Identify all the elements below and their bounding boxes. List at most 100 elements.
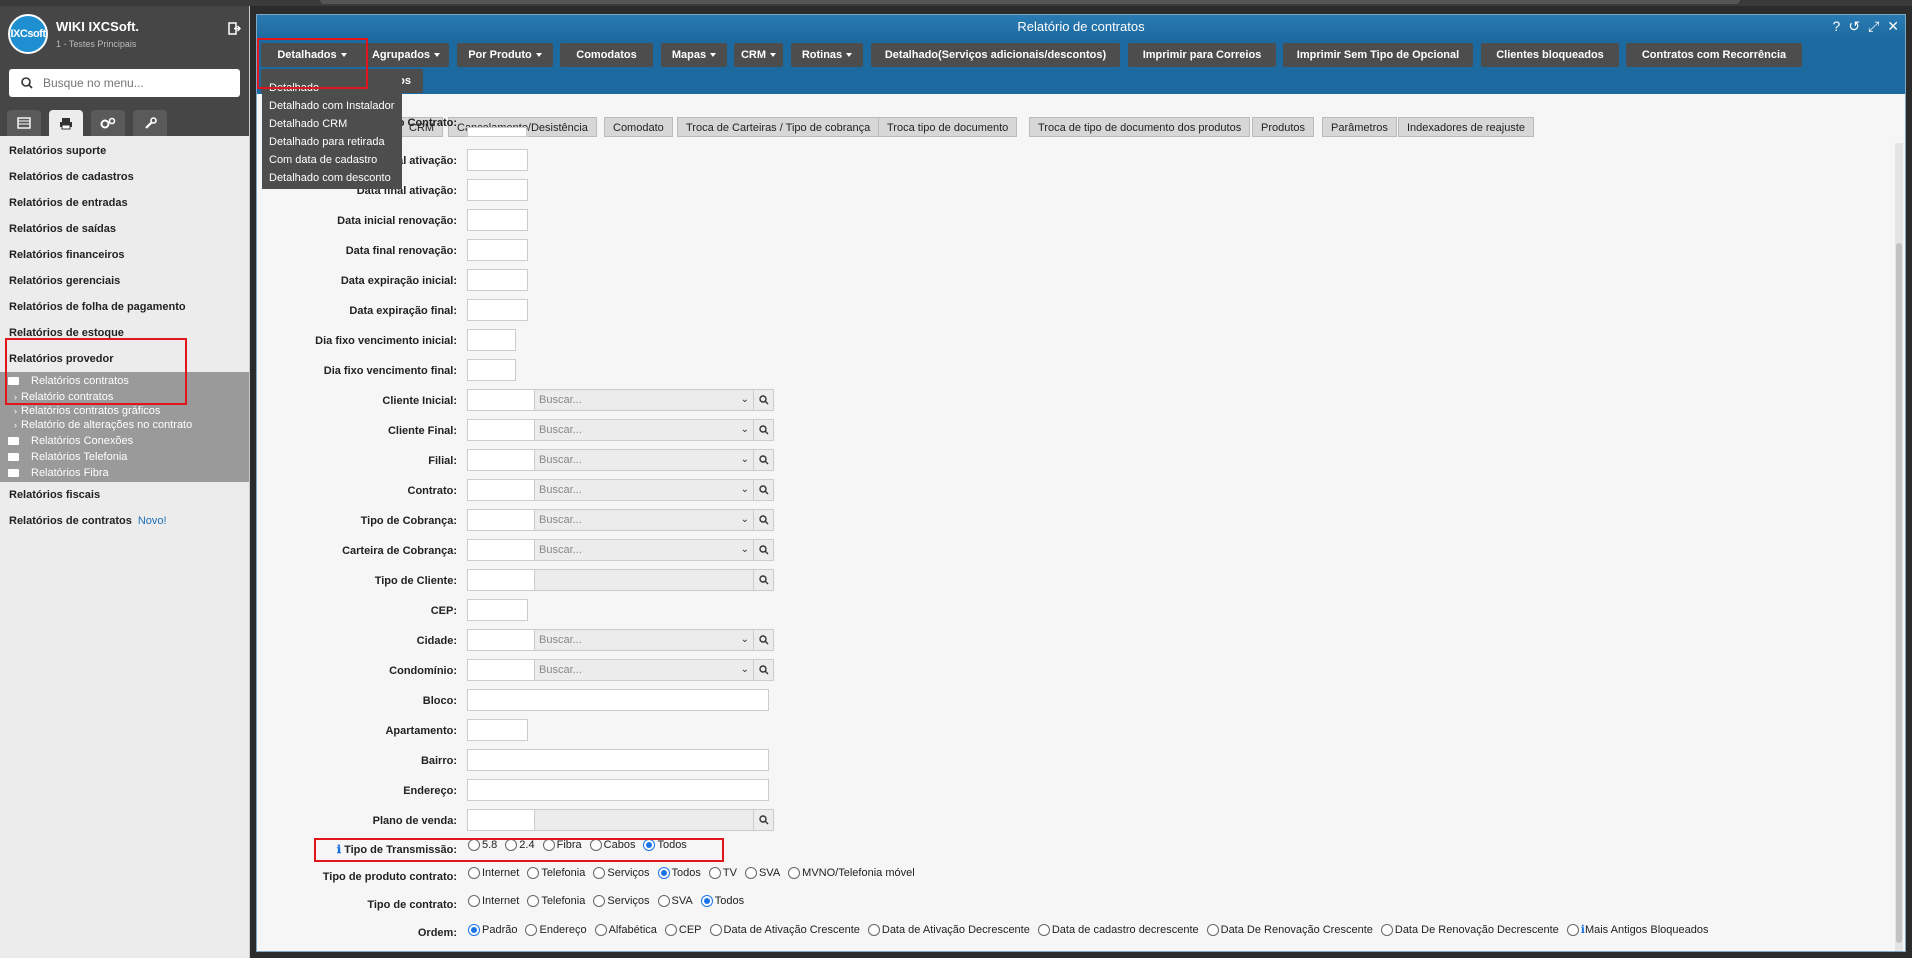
combo-cliente-final[interactable]: Buscar... ⌄: [467, 419, 774, 441]
input-renovacao-inicial[interactable]: [467, 209, 528, 231]
search-select[interactable]: Buscar... ⌄: [534, 509, 754, 531]
radio-mais-antigos-bloqueados[interactable]: ℹ Mais Antigos Bloqueados: [1566, 923, 1708, 936]
tab-wrench-icon[interactable]: [133, 110, 167, 136]
search-icon[interactable]: [754, 419, 774, 441]
search-icon[interactable]: [754, 509, 774, 531]
menu-fiscais[interactable]: Relatórios fiscais: [0, 482, 249, 508]
menu-relatorios-contratos[interactable]: Relatórios de contratos Novo!: [0, 508, 249, 534]
search-input[interactable]: [43, 76, 223, 90]
radio-todos[interactable]: Todos: [700, 895, 744, 907]
combo-plano-venda[interactable]: [467, 809, 774, 831]
code-input[interactable]: [467, 419, 534, 441]
code-input[interactable]: [467, 449, 534, 471]
por-produto-button[interactable]: Por Produto: [457, 43, 553, 67]
link-contratos-graficos[interactable]: › Relatórios contratos gráficos: [0, 405, 249, 417]
menu-financeiros[interactable]: Relatórios financeiros: [0, 242, 249, 268]
imprimir-sem-tipo-button[interactable]: Imprimir Sem Tipo de Opcional: [1283, 43, 1473, 67]
radio-sva[interactable]: SVA: [657, 895, 693, 907]
help-icon[interactable]: ?: [1833, 15, 1841, 38]
radio-tv[interactable]: TV: [708, 867, 737, 879]
search-select[interactable]: Buscar... ⌄: [534, 419, 754, 441]
code-input[interactable]: [467, 659, 534, 681]
tab-print-icon[interactable]: [49, 110, 83, 136]
search-icon[interactable]: [754, 659, 774, 681]
code-input[interactable]: [467, 539, 534, 561]
radio-todos[interactable]: Todos: [657, 867, 701, 879]
radio-internet[interactable]: Internet: [468, 895, 519, 907]
radio-sva[interactable]: SVA: [744, 867, 780, 879]
search-select[interactable]: Buscar... ⌄: [534, 479, 754, 501]
radio-alfabetica[interactable]: Alfabética: [594, 923, 657, 936]
input-bairro[interactable]: [467, 749, 769, 771]
input-expiracao-final[interactable]: [467, 299, 528, 321]
input-expiracao-inicial[interactable]: [467, 269, 528, 291]
search-icon[interactable]: [754, 479, 774, 501]
menu-item-detalhado-retirada[interactable]: Detalhado para retirada: [262, 133, 402, 151]
radio-cadastro-decrescente[interactable]: Data de cadastro decrescente: [1037, 923, 1199, 936]
input-ativacao-inicial[interactable]: [467, 149, 528, 171]
input-renovacao-final[interactable]: [467, 239, 528, 261]
search-select[interactable]: Buscar... ⌄: [534, 389, 754, 411]
code-input[interactable]: [467, 629, 534, 651]
tab-produtos[interactable]: Produtos: [1252, 117, 1315, 137]
search-select[interactable]: [534, 569, 754, 591]
menu-suporte[interactable]: Relatórios suporte: [0, 138, 249, 164]
code-input[interactable]: [467, 389, 534, 411]
radio-endereco[interactable]: Endereço: [525, 923, 587, 936]
combo-condominio[interactable]: Buscar... ⌄: [467, 659, 774, 681]
input-cep[interactable]: [467, 599, 528, 621]
search-icon[interactable]: [754, 389, 774, 411]
comodatos-button[interactable]: Comodatos: [560, 43, 653, 67]
input-dia-fixo-final[interactable]: [467, 359, 516, 381]
code-input[interactable]: [467, 569, 534, 591]
combo-contrato[interactable]: Buscar... ⌄: [467, 479, 774, 501]
radio-mvno[interactable]: MVNO/Telefonia móvel: [788, 867, 915, 879]
vertical-scrollbar[interactable]: [1895, 143, 1903, 951]
menu-folha-pagamento[interactable]: Relatórios de folha de pagamento: [0, 294, 249, 320]
menu-saidas[interactable]: Relatórios de saídas: [0, 216, 249, 242]
clientes-bloqueados-button[interactable]: Clientes bloqueados: [1481, 43, 1619, 67]
tab-indexadores[interactable]: Indexadores de reajuste: [1398, 117, 1535, 137]
search-select[interactable]: Buscar... ⌄: [534, 449, 754, 471]
input-apartamento[interactable]: [467, 719, 528, 741]
combo-tipo-cliente[interactable]: [467, 569, 774, 591]
menu-item-detalhado-instalador[interactable]: Detalhado com Instalador: [262, 97, 402, 115]
input-bloco[interactable]: [467, 689, 769, 711]
radio-padrao[interactable]: Padrão: [468, 923, 517, 936]
search-select[interactable]: Buscar... ⌄: [534, 659, 754, 681]
tab-troca-carteiras[interactable]: Troca de Carteiras / Tipo de cobrança: [677, 117, 880, 137]
tab-troca-tipo-documento[interactable]: Troca tipo de documento: [878, 117, 1018, 137]
radio-renovacao-decrescente[interactable]: Data De Renovação Decrescente: [1380, 923, 1559, 936]
tab-parametros[interactable]: Parâmetros: [1322, 117, 1397, 137]
folder-telefonia[interactable]: Relatórios Telefonia: [0, 449, 249, 465]
radio-renovacao-crescente[interactable]: Data De Renovação Crescente: [1206, 923, 1373, 936]
folder-fibra[interactable]: Relatórios Fibra: [0, 465, 249, 481]
radio-telefonia[interactable]: Telefonia: [527, 895, 585, 907]
input-endereco[interactable]: [467, 779, 769, 801]
search-icon[interactable]: [754, 809, 774, 831]
code-input[interactable]: [467, 509, 534, 531]
rotinas-button[interactable]: Rotinas: [791, 43, 863, 67]
radio-cep[interactable]: CEP: [664, 923, 702, 936]
search-select[interactable]: Buscar... ⌄: [534, 539, 754, 561]
contratos-recorrencia-button[interactable]: Contratos com Recorrência: [1626, 43, 1802, 67]
search-icon[interactable]: [754, 449, 774, 471]
radio-ativacao-decrescente[interactable]: Data de Ativação Decrescente: [867, 923, 1030, 936]
code-input[interactable]: [467, 479, 534, 501]
menu-item-detalhado-desconto[interactable]: Detalhado com desconto: [262, 169, 402, 187]
search-select[interactable]: Buscar... ⌄: [534, 629, 754, 651]
search-select[interactable]: [534, 809, 754, 831]
menu-gerenciais[interactable]: Relatórios gerenciais: [0, 268, 249, 294]
close-icon[interactable]: ✕: [1887, 15, 1899, 38]
tab-troca-tipo-documento-produtos[interactable]: Troca de tipo de documento dos produtos: [1029, 117, 1251, 137]
scrollbar-thumb[interactable]: [1896, 243, 1902, 943]
tab-comodato[interactable]: Comodato: [604, 117, 673, 137]
link-alteracoes-contrato[interactable]: › Relatório de alterações no contrato: [0, 417, 249, 433]
crm-button[interactable]: CRM: [734, 43, 783, 67]
logout-icon[interactable]: [228, 22, 242, 38]
menu-cadastros[interactable]: Relatórios de cadastros: [0, 164, 249, 190]
tab-gears-icon[interactable]: [91, 110, 125, 136]
input-ativacao-final[interactable]: [467, 179, 528, 201]
input-contrato-date[interactable]: [467, 127, 527, 137]
combo-carteira-cobranca[interactable]: Buscar... ⌄: [467, 539, 774, 561]
